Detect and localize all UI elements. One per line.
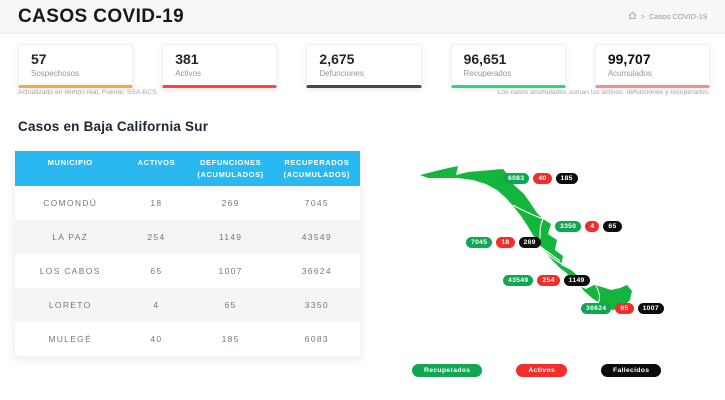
table-row: LORETO 4 65 3350 <box>15 288 360 322</box>
cell-activos: 40 <box>150 334 163 344</box>
stat-value: 2,675 <box>319 51 355 67</box>
stat-value: 381 <box>175 51 199 67</box>
table-header: MUNICIPIO ACTIVOS DEFUNCIONES (ACUMULADO… <box>15 151 360 186</box>
badge-recuperados: 6083 <box>503 173 530 184</box>
badge-activos: 18 <box>496 237 515 248</box>
column-header-activos: ACTIVOS <box>137 158 176 167</box>
badge-fallecidos: 269 <box>518 237 541 248</box>
map-badges-loreto: 3350 4 65 <box>555 221 622 232</box>
column-header-recuperados: RECUPERADOS (ACUMULADOS) <box>283 158 351 179</box>
breadcrumb-home-link[interactable] <box>628 11 637 22</box>
stat-label: Acumulados <box>607 69 652 78</box>
cell-defunciones: 1149 <box>218 232 243 242</box>
stat-card-recuperados: 96,651 Recuperados <box>450 44 566 88</box>
stat-cards-row: 57 Sospechosos 381 Activos 2,675 Defunci… <box>18 44 711 88</box>
map-badges-comondu: 7045 18 269 <box>466 237 541 248</box>
badge-recuperados: 7045 <box>466 237 493 248</box>
bcs-state-map: 6083 40 185 3350 4 65 7045 18 269 43549 … <box>400 133 720 363</box>
badge-recuperados: 36624 <box>581 303 612 314</box>
update-note: Actualizado en tiempo real. Fuente: SSA-… <box>18 89 159 96</box>
cell-recuperados: 6083 <box>304 334 329 344</box>
stat-label: Activos <box>175 69 201 78</box>
badge-fallecidos: 185 <box>555 173 578 184</box>
cell-activos: 18 <box>150 198 163 208</box>
badge-fallecidos: 1149 <box>563 275 590 286</box>
stat-value: 99,707 <box>607 51 651 67</box>
column-header-municipio: MUNICIPIO <box>47 158 93 167</box>
cell-municipio: COMONDÚ <box>43 198 98 208</box>
breadcrumb: > Casos COVID-19 <box>628 11 707 22</box>
cell-recuperados: 36624 <box>301 266 332 276</box>
stat-card-activos: 381 Activos <box>162 44 278 88</box>
cell-defunciones: 269 <box>221 198 240 208</box>
breadcrumb-current: Casos COVID-19 <box>649 12 707 21</box>
breadcrumb-separator: > <box>640 12 646 21</box>
cell-activos: 4 <box>153 300 160 310</box>
section-title: Casos en Baja California Sur <box>18 119 209 134</box>
stat-card-defunciones: 2,675 Defunciones <box>306 44 422 88</box>
badge-fallecidos: 65 <box>603 221 622 232</box>
badge-activos: 4 <box>585 221 600 232</box>
map-legend: Recuperados Activos Fallecidos <box>412 364 662 377</box>
badge-recuperados: 43549 <box>503 275 534 286</box>
stat-card-acumulados: 99,707 Acumulados <box>594 44 711 88</box>
cell-activos: 254 <box>147 232 166 242</box>
cell-municipio: LA PAZ <box>52 232 89 242</box>
table-row: MULEGÉ 40 185 6083 <box>15 322 360 356</box>
cell-activos: 65 <box>150 266 163 276</box>
badge-fallecidos: 1007 <box>637 303 664 314</box>
map-badges-lapaz: 43549 254 1149 <box>503 275 590 286</box>
badge-recuperados: 3350 <box>555 221 582 232</box>
cell-defunciones: 65 <box>224 300 237 310</box>
table-row: COMONDÚ 18 269 7045 <box>15 186 360 220</box>
notes-row: Actualizado en tiempo real. Fuente: SSA-… <box>18 89 710 96</box>
table-row: LA PAZ 254 1149 43549 <box>15 220 360 254</box>
page-title: CASOS COVID-19 <box>18 5 185 27</box>
cell-defunciones: 1007 <box>218 266 243 276</box>
municipality-table: MUNICIPIO ACTIVOS DEFUNCIONES (ACUMULADO… <box>14 150 361 357</box>
badge-activos: 65 <box>615 303 634 314</box>
cell-municipio: LORETO <box>48 300 92 310</box>
cell-municipio: MULEGÉ <box>48 334 93 344</box>
table-row: LOS CABOS 65 1007 36624 <box>15 254 360 288</box>
cell-municipio: LOS CABOS <box>39 266 101 276</box>
home-icon <box>628 11 637 22</box>
badge-activos: 40 <box>533 173 552 184</box>
legend-recuperados-pill[interactable]: Recuperados <box>412 364 483 377</box>
stat-value: 96,651 <box>463 51 507 67</box>
legend-fallecidos-pill[interactable]: Fallecidos <box>601 364 662 377</box>
cell-recuperados: 7045 <box>304 198 329 208</box>
map-badges-mulege: 6083 40 185 <box>503 173 578 184</box>
accumulated-note: Los casos acumulados suman los activos, … <box>497 89 710 96</box>
stat-value: 57 <box>31 51 47 67</box>
stat-label: Sospechosos <box>31 69 80 78</box>
map-badges-loscabos: 36624 65 1007 <box>581 303 664 314</box>
legend-activos-pill[interactable]: Activos <box>516 364 568 377</box>
cell-recuperados: 3350 <box>304 300 329 310</box>
badge-activos: 254 <box>537 275 560 286</box>
column-header-defunciones: DEFUNCIONES (ACUMULADOS) <box>197 158 264 179</box>
cell-defunciones: 185 <box>221 334 240 344</box>
top-bar: CASOS COVID-19 > Casos COVID-19 <box>0 0 725 34</box>
stat-label: Recuperados <box>463 69 512 78</box>
bcs-map-shape <box>420 166 632 310</box>
stat-card-sospechosos: 57 Sospechosos <box>18 44 134 88</box>
stat-label: Defunciones <box>319 69 364 78</box>
cell-recuperados: 43549 <box>301 232 332 242</box>
